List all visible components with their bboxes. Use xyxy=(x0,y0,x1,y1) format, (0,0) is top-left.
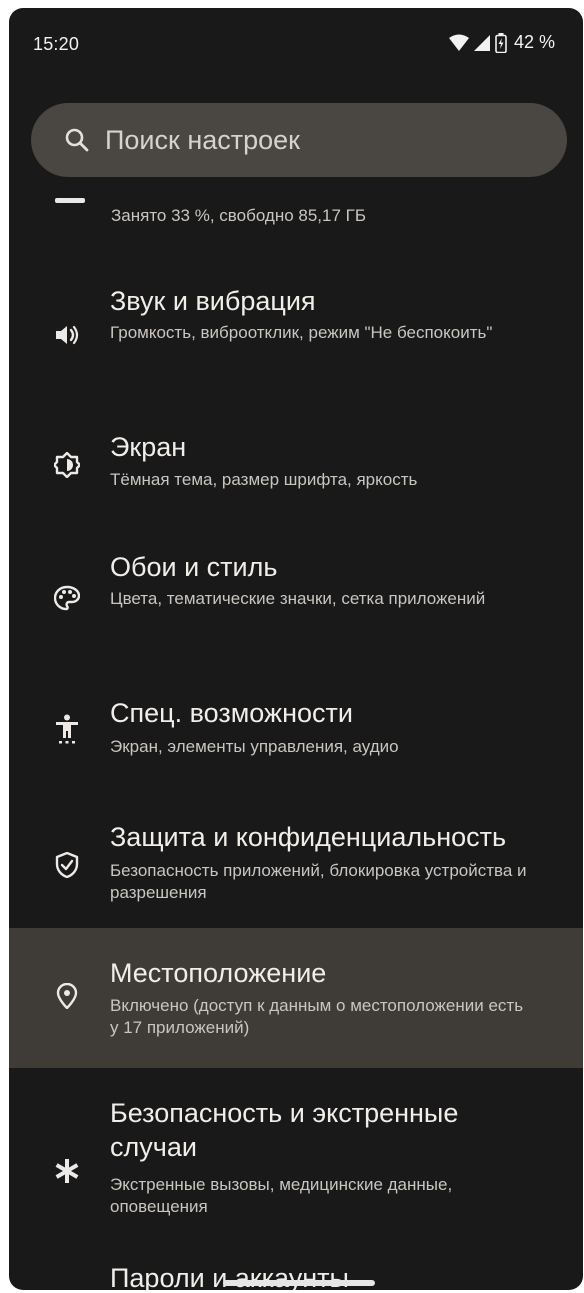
battery-charging-icon xyxy=(495,32,507,53)
settings-item-emergency[interactable]: Безопасность и экстренные случаи Экстрен… xyxy=(9,1090,583,1250)
item-subtitle: Экстренные вызовы, медицинские данные, о… xyxy=(110,1175,453,1216)
storage-icon xyxy=(55,198,85,203)
item-title: Спец. возможности xyxy=(110,698,353,728)
home-indicator[interactable] xyxy=(223,1280,375,1286)
storage-subtitle[interactable]: Занято 33 %, свободно 85,17 ГБ xyxy=(111,206,366,226)
search-bar[interactable]: Поиск настроек xyxy=(31,103,567,177)
shield-check-icon xyxy=(55,852,79,878)
settings-item-wallpaper[interactable]: Обои и стиль Цвета, тематические значки,… xyxy=(9,536,583,666)
cell-signal-icon xyxy=(473,34,490,51)
item-title: Звук и вибрация xyxy=(110,286,316,316)
item-title: Защита и конфиденциальность xyxy=(110,822,507,852)
item-subtitle: Цвета, тематические значки, сетка прилож… xyxy=(110,589,486,608)
settings-screen: 15:20 42 % Поиск настроек Занято 33 %, с… xyxy=(9,8,583,1290)
wifi-icon xyxy=(448,34,469,51)
item-subtitle: Безопасность приложений, блокировка устр… xyxy=(110,861,527,902)
settings-item-privacy[interactable]: Защита и конфиденциальность Безопасность… xyxy=(9,800,583,930)
settings-item-accessibility[interactable]: Спец. возможности Экран, элементы управл… xyxy=(9,682,583,782)
item-subtitle: Экран, элементы управления, аудио xyxy=(110,737,399,756)
battery-percent: 42 % xyxy=(513,32,555,52)
item-title: Местоположение xyxy=(110,958,327,988)
settings-item-sound[interactable]: Звук и вибрация Громкость, виброотклик, … xyxy=(9,270,583,390)
status-icons: 42 % xyxy=(448,32,555,53)
asterisk-icon xyxy=(55,1159,79,1183)
search-icon xyxy=(65,128,89,152)
volume-icon xyxy=(56,325,79,345)
item-title: Обои и стиль xyxy=(110,552,278,582)
item-title: Экран xyxy=(110,432,187,462)
item-subtitle: Тёмная тема, размер шрифта, яркость xyxy=(110,470,418,489)
item-subtitle: Включено (доступ к данным о местоположен… xyxy=(110,996,524,1037)
item-subtitle: Громкость, виброотклик, режим "Не беспок… xyxy=(110,323,493,342)
item-title: Безопасность и экстренные случаи xyxy=(110,1098,459,1162)
brightness-icon xyxy=(54,452,80,478)
settings-item-display[interactable]: Экран Тёмная тема, размер шрифта, яркост… xyxy=(9,416,583,516)
status-time: 15:20 xyxy=(33,34,80,54)
search-placeholder: Поиск настроек xyxy=(105,124,300,155)
accessibility-icon xyxy=(56,714,78,744)
settings-item-location[interactable]: Местоположение Включено (доступ к данным… xyxy=(9,928,583,1068)
location-pin-icon xyxy=(56,983,78,1009)
status-bar: 15:20 42 % xyxy=(9,8,583,82)
palette-icon xyxy=(54,585,80,611)
